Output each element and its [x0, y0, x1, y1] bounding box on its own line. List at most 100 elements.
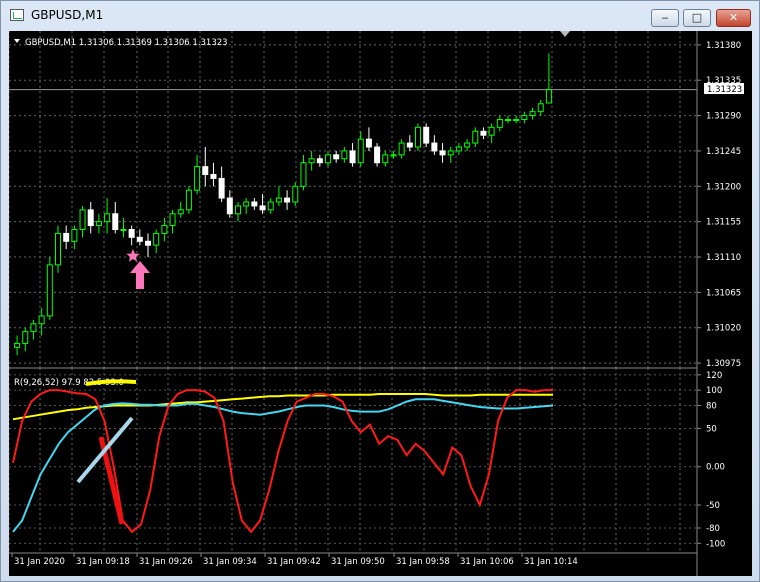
- time-tick-label: 31 Jan 10:06: [460, 557, 514, 567]
- price-tick-label: 1.31065: [706, 288, 741, 298]
- candle: [513, 115, 520, 124]
- candle: [300, 154, 307, 191]
- candle-body: [464, 142, 471, 148]
- time-tick-label: 31 Jan 2020: [14, 557, 65, 567]
- candle: [194, 154, 201, 195]
- indicator-scale: 120 100 80 50 0.00 -50 -80 -100: [697, 371, 725, 549]
- candle-body: [218, 177, 225, 199]
- title-bar[interactable]: GBPUSD,M1 ‒ □ ✕: [1, 1, 759, 31]
- price-tick-label: 1.31020: [706, 324, 741, 334]
- candle: [308, 150, 315, 171]
- maximize-button[interactable]: □: [683, 9, 711, 27]
- candle: [406, 135, 413, 151]
- candle-body: [194, 166, 201, 191]
- candle-body: [71, 229, 78, 242]
- candle: [447, 147, 454, 163]
- candle: [55, 225, 61, 273]
- candle: [95, 213, 102, 234]
- candle: [128, 225, 135, 246]
- candle: [251, 198, 258, 210]
- candle-body: [177, 209, 184, 215]
- candle-body: [472, 130, 479, 144]
- candle-body: [316, 158, 323, 164]
- candles: [14, 53, 552, 356]
- candle-body: [202, 166, 209, 175]
- price-pane-header: GBPUSD,M1 1.31306 1.31369 1.31306 1.3132…: [25, 38, 228, 48]
- time-tick-label: 31 Jan 09:50: [331, 557, 385, 567]
- candle: [161, 217, 168, 242]
- candle: [112, 202, 119, 234]
- candle: [325, 150, 331, 167]
- candle-body: [447, 150, 454, 156]
- candle-body: [251, 201, 258, 207]
- candle-body: [267, 201, 274, 211]
- candle: [22, 327, 29, 352]
- candle-body: [308, 158, 315, 164]
- candle: [529, 107, 536, 120]
- candle-body: [120, 229, 127, 231]
- candle: [545, 53, 552, 104]
- candle-body: [161, 225, 168, 234]
- up-arrow-marker-icon: [130, 261, 150, 289]
- chart-menu-arrow-icon[interactable]: [14, 39, 20, 43]
- candle: [46, 257, 53, 320]
- time-tick-label: 31 Jan 09:18: [76, 557, 130, 567]
- candle-body: [488, 126, 495, 136]
- candle: [284, 190, 291, 210]
- candle-body: [79, 209, 86, 231]
- minimize-button[interactable]: ‒: [651, 9, 679, 27]
- candle-body: [46, 264, 53, 317]
- candle-body: [243, 201, 250, 207]
- candle-body: [275, 197, 282, 203]
- chart-svg[interactable]: 1.313801.313351.312901.312451.312001.311…: [8, 31, 752, 576]
- candle-body: [349, 150, 356, 164]
- candle-body: [496, 119, 503, 128]
- price-tick-label: 1.31200: [706, 182, 741, 192]
- candle-body: [325, 154, 331, 164]
- price-tick-label: 1.31380: [706, 41, 741, 51]
- candle: [243, 198, 250, 214]
- candle: [275, 186, 282, 206]
- candle: [455, 143, 462, 155]
- candle-body: [423, 126, 430, 144]
- candle-body: [87, 209, 94, 227]
- candle: [537, 99, 544, 116]
- indicator-tick-label: -100: [706, 539, 725, 549]
- candle: [218, 166, 225, 202]
- candle-body: [95, 221, 102, 227]
- candle: [153, 229, 160, 254]
- candle-body: [505, 119, 511, 121]
- candle: [104, 198, 111, 234]
- candle-body: [374, 146, 381, 164]
- close-button[interactable]: ✕: [716, 9, 751, 27]
- candle-body: [104, 213, 111, 223]
- star-marker-icon: [126, 249, 140, 262]
- candle-body: [22, 331, 29, 344]
- candle: [71, 225, 78, 250]
- chart-area[interactable]: 1.31380 1.31335 1.31290 1.31245 1.31200 1.311…: [8, 31, 752, 576]
- time-scale[interactable]: 31 Jan 2020 31 Jan 09:18 31 Jan 09:26 31 Ja…: [11, 553, 578, 567]
- candle-body: [235, 205, 241, 215]
- candle-body: [128, 229, 135, 238]
- price-tick-label: 1.31110: [706, 253, 741, 263]
- candle-body: [415, 126, 421, 148]
- candle-body: [537, 103, 544, 113]
- candle: [357, 131, 364, 167]
- candle: [267, 198, 274, 214]
- candle: [292, 182, 299, 206]
- candle-body: [341, 150, 348, 160]
- time-tick-label: 31 Jan 10:14: [524, 557, 578, 567]
- candle: [177, 202, 184, 218]
- candle: [226, 190, 233, 218]
- candle-body: [357, 138, 364, 164]
- candle-body: [529, 111, 536, 117]
- svg-text:1.31323: 1.31323: [707, 85, 742, 95]
- candle: [349, 143, 356, 167]
- candle: [374, 143, 381, 167]
- candle-body: [284, 197, 291, 203]
- candle: [333, 150, 340, 163]
- candle-body: [398, 142, 405, 156]
- candle: [505, 115, 511, 124]
- candle-body: [145, 240, 151, 246]
- chart-shift-marker-icon[interactable]: [560, 31, 570, 37]
